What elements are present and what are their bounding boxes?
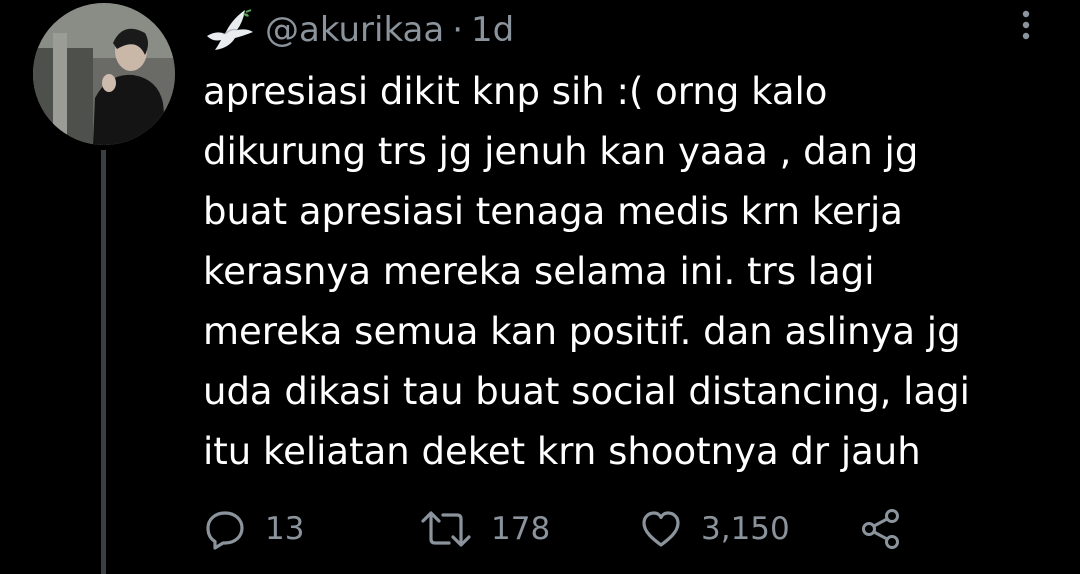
tweet-text-line: dikurung trs jg jenuh kan yaaa , dan jg bbox=[203, 130, 919, 173]
reply-button[interactable]: 13 bbox=[203, 505, 304, 553]
tweet-text-line: buat apresiasi tenaga medis krn kerja bbox=[203, 190, 903, 233]
share-button[interactable] bbox=[859, 505, 903, 553]
tweet-timestamp[interactable]: 1d bbox=[471, 10, 514, 50]
reply-count: 13 bbox=[265, 511, 305, 547]
tweet-text-line: itu keliatan deket krn shootnya dr jauh bbox=[203, 430, 921, 473]
avatar[interactable] bbox=[33, 3, 175, 145]
more-vertical-icon[interactable] bbox=[1012, 6, 1040, 46]
tweet-text-line: apresiasi dikit knp sih :( orng kalo bbox=[203, 70, 828, 113]
retweet-icon bbox=[421, 511, 471, 547]
like-count: 3,150 bbox=[701, 511, 790, 547]
share-icon bbox=[862, 509, 899, 549]
reply-icon bbox=[206, 511, 244, 550]
tweet-text-line: mereka semua kan positif. dan aslinya jg bbox=[203, 310, 961, 353]
like-button[interactable]: 3,150 bbox=[639, 505, 790, 553]
retweet-count: 178 bbox=[491, 511, 551, 547]
tweet[interactable]: @akurikaa · 1d apresiasi dikit knp sih :… bbox=[0, 0, 1080, 574]
user-handle[interactable]: @akurikaa bbox=[265, 10, 444, 50]
tweet-text-line: uda dikasi tau buat social distancing, l… bbox=[203, 370, 970, 413]
tweet-header: @akurikaa · 1d bbox=[203, 4, 514, 56]
tweet-text: apresiasi dikit knp sih :( orng kalo dik… bbox=[203, 62, 1063, 482]
retweet-button[interactable]: 178 bbox=[419, 505, 550, 553]
header-separator: · bbox=[452, 10, 464, 50]
avatar-photo bbox=[33, 3, 175, 145]
tweet-actions: 13 178 3,150 bbox=[203, 505, 1073, 553]
heart-icon bbox=[642, 511, 680, 547]
thread-line bbox=[101, 150, 106, 574]
dove-icon bbox=[203, 6, 255, 54]
tweet-text-line: kerasnya mereka selama ini. trs lagi bbox=[203, 250, 875, 293]
